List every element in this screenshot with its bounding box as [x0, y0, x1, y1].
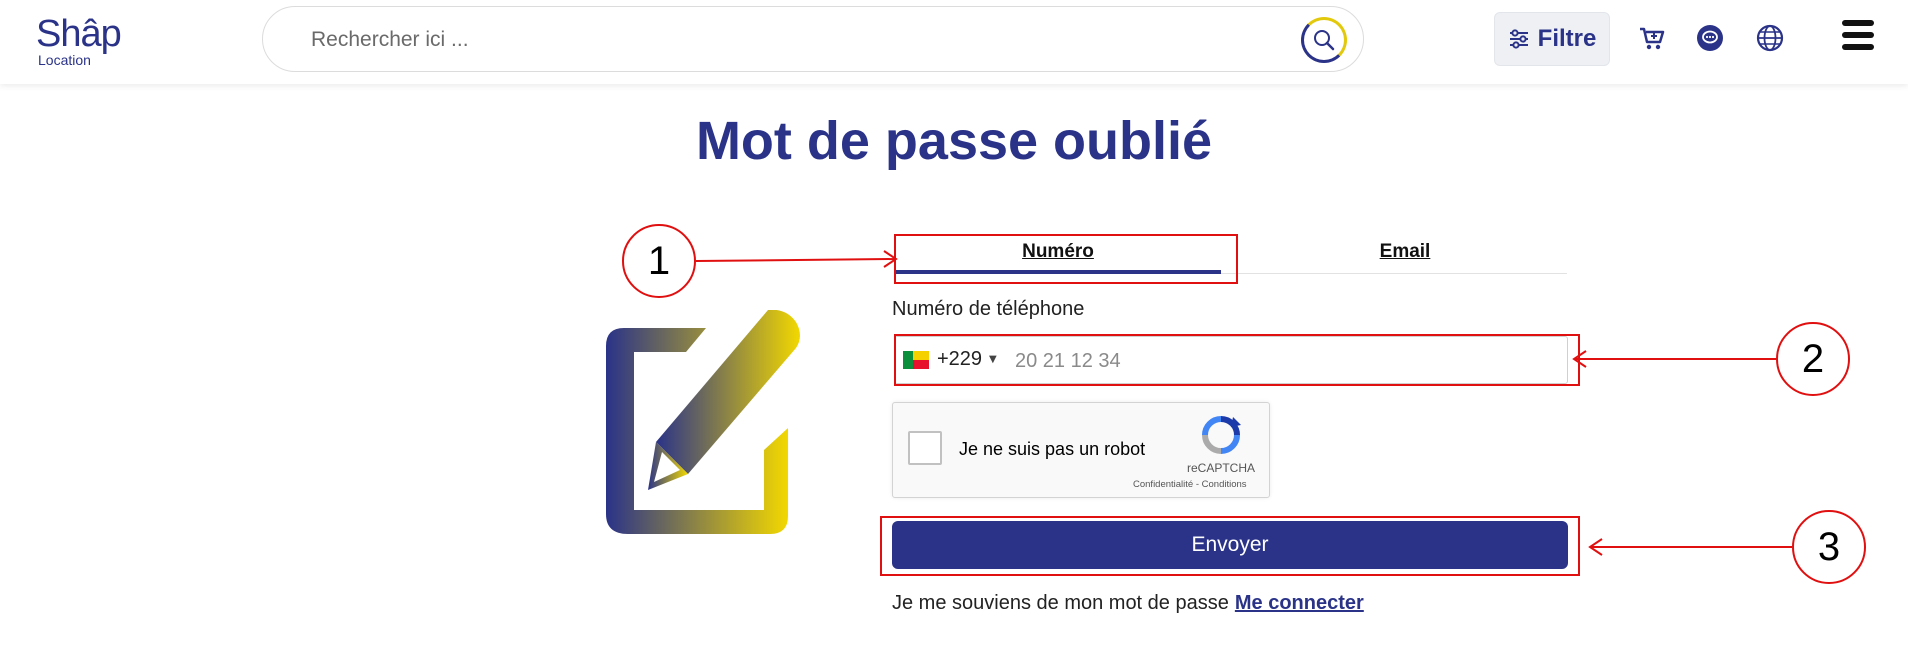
site-logo[interactable]: Shâp Location: [36, 12, 136, 72]
site-header: Shâp Location Filtre: [0, 0, 1908, 84]
menu-bar: [1842, 44, 1874, 50]
globe-icon: [1756, 24, 1784, 52]
search-button[interactable]: [1301, 17, 1347, 63]
cart-icon: [1640, 27, 1665, 50]
phone-label: Numéro de téléphone: [892, 298, 1085, 320]
menu-icon[interactable]: [1842, 20, 1874, 56]
menu-bar: [1842, 20, 1874, 26]
recaptcha-brand: reCAPTCHA: [1187, 461, 1256, 475]
login-link[interactable]: Me connecter: [1235, 592, 1364, 614]
logo-main-text: Shâp: [36, 13, 122, 55]
recaptcha-links[interactable]: Confidentialité - Conditions: [1133, 479, 1247, 490]
search-bar: [262, 6, 1364, 72]
filter-button[interactable]: Filtre: [1494, 12, 1610, 66]
chat-icon: [1697, 25, 1723, 51]
filter-label: Filtre: [1537, 25, 1597, 52]
edit-illustration-icon: [606, 310, 800, 534]
remember-text: Je me souviens de mon mot de passe: [892, 592, 1229, 614]
annotation-marker-2: 2: [1776, 322, 1850, 396]
recaptcha-logo-icon: [1202, 416, 1241, 454]
search-icon: [1314, 30, 1335, 51]
annotation-box-2: [894, 334, 1580, 386]
search-input[interactable]: [311, 25, 1211, 55]
annotation-box-1: [894, 234, 1238, 284]
sliders-icon: [1509, 29, 1528, 49]
tab-email[interactable]: Email: [1235, 232, 1575, 274]
logo-sub-text: Location: [38, 52, 91, 68]
remember-line: Je me souviens de mon mot de passe Me con…: [892, 592, 1364, 615]
language-button[interactable]: [1754, 22, 1786, 54]
chat-button[interactable]: [1694, 22, 1726, 54]
page-title: Mot de passe oublié: [695, 111, 1213, 171]
cart-button[interactable]: [1636, 22, 1668, 54]
recaptcha-widget: Je ne suis pas un robot reCAPTCHA Confid…: [892, 402, 1270, 498]
menu-bar: [1842, 32, 1874, 38]
annotation-box-3: [880, 516, 1580, 576]
annotation-marker-3: 3: [1792, 510, 1866, 584]
recaptcha-checkbox[interactable]: [908, 431, 942, 465]
recaptcha-label: Je ne suis pas un robot: [959, 439, 1146, 459]
annotation-marker-1: 1: [622, 224, 696, 298]
